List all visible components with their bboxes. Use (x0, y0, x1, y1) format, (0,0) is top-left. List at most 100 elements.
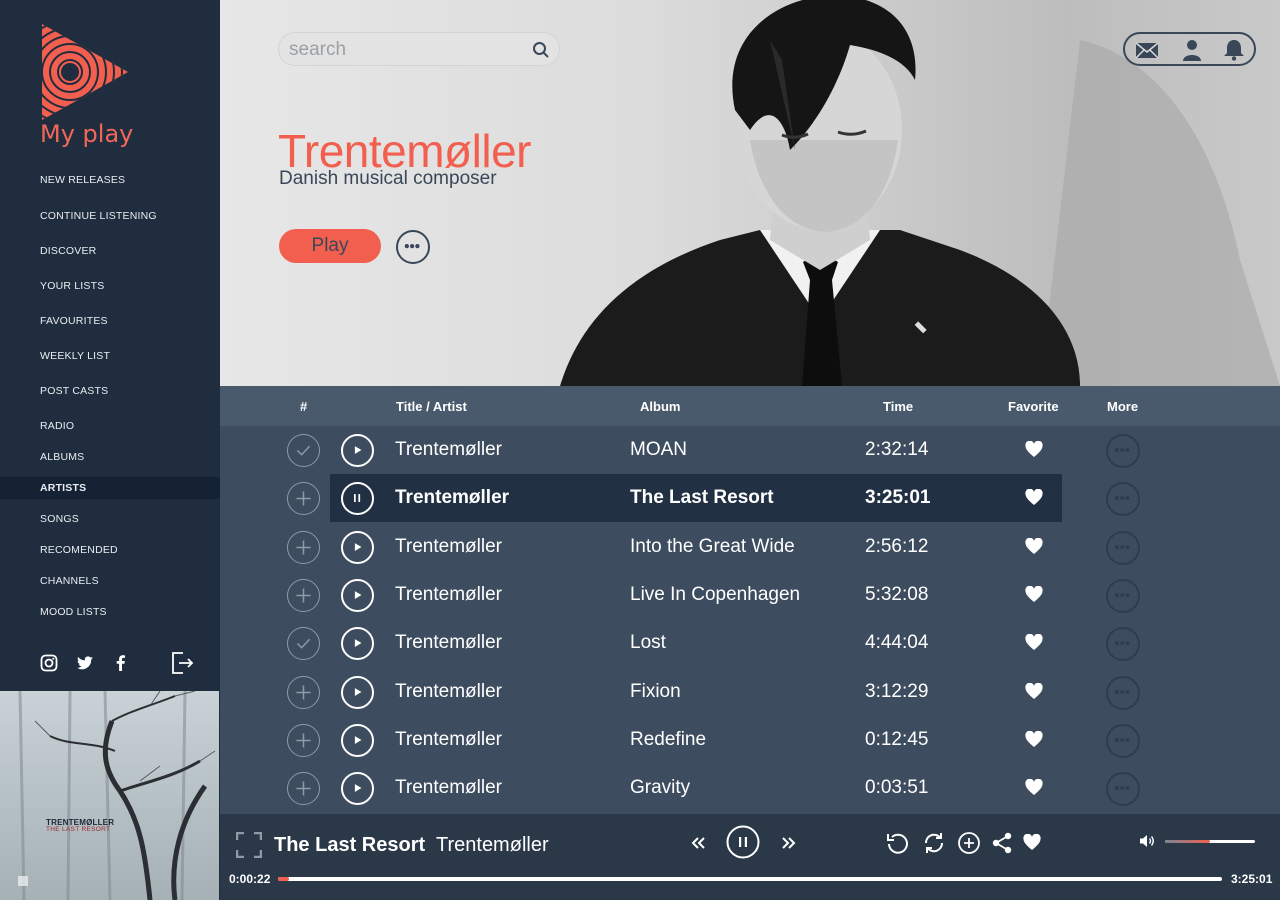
favorite-heart-icon[interactable] (1025, 682, 1043, 700)
play-track-icon[interactable] (341, 772, 374, 806)
sidebar-item-discover[interactable]: DISCOVER (0, 240, 220, 262)
sidebar-item-favourites[interactable]: FAVOURITES (0, 310, 220, 332)
replay-icon[interactable] (886, 831, 910, 855)
track-album[interactable]: Redefine (630, 729, 706, 751)
more-options-icon[interactable] (1106, 482, 1140, 517)
play-track-icon[interactable] (341, 578, 374, 612)
track-album[interactable]: Lost (630, 632, 666, 654)
sidebar-item-weekly-list[interactable]: WEEKLY LIST (0, 345, 220, 367)
sidebar-item-songs[interactable]: SONGS (0, 508, 220, 530)
track-artist[interactable]: Trentemøller (395, 536, 502, 558)
track-album[interactable]: MOAN (630, 439, 687, 461)
add-track-icon[interactable] (287, 578, 320, 612)
added-check-icon[interactable] (287, 627, 320, 661)
favorite-heart-icon[interactable] (1025, 779, 1043, 796)
more-options-icon[interactable] (396, 230, 430, 264)
sidebar-item-continue-listening[interactable]: CONTINUE LISTENING (0, 205, 220, 227)
mail-icon[interactable] (1135, 39, 1159, 61)
search-icon[interactable] (532, 41, 550, 59)
track-artist[interactable]: Trentemøller (395, 487, 509, 509)
sidebar-item-new-releases[interactable]: NEW RELEASES (0, 169, 220, 191)
more-options-icon[interactable] (1106, 675, 1140, 710)
track-row[interactable]: Trentemøller The Last Resort 3:25:01 (220, 474, 1280, 523)
column-favorite[interactable]: Favorite (1008, 399, 1059, 414)
favorite-heart-icon[interactable] (1025, 441, 1043, 458)
favorite-heart-icon[interactable] (1025, 537, 1043, 555)
add-track-icon[interactable] (287, 530, 320, 564)
favorite-heart-icon[interactable] (1025, 634, 1043, 651)
sidebar-item-your-lists[interactable]: YOUR LISTS (0, 275, 220, 297)
play-button[interactable]: Play (279, 229, 381, 263)
track-album[interactable]: Gravity (630, 777, 690, 799)
more-options-icon[interactable] (1106, 627, 1140, 662)
share-icon[interactable] (991, 832, 1013, 854)
track-album[interactable]: Fixion (630, 681, 681, 703)
favorite-heart-icon[interactable] (1025, 585, 1043, 603)
sidebar-item-post-casts[interactable]: POST CASTS (0, 380, 220, 402)
sidebar-item-mood-lists[interactable]: MOOD LISTS (0, 601, 220, 623)
track-row[interactable]: Trentemøller Fixion 3:12:29 (220, 668, 1280, 716)
add-to-list-icon[interactable] (957, 831, 981, 855)
favorite-heart-icon[interactable] (1025, 730, 1043, 748)
add-track-icon[interactable] (287, 772, 320, 806)
sidebar-item-recomended[interactable]: RECOMENDED (0, 539, 220, 561)
repeat-icon[interactable] (922, 831, 946, 855)
instagram-icon[interactable] (40, 654, 58, 672)
column-time[interactable]: Time (883, 399, 913, 414)
twitter-icon[interactable] (76, 654, 94, 672)
volume-slider[interactable] (1165, 840, 1255, 843)
track-artist[interactable]: Trentemøller (395, 729, 502, 751)
track-artist[interactable]: Trentemøller (395, 439, 502, 461)
sidebar-item-artists[interactable]: ARTISTS (0, 477, 220, 499)
facebook-icon[interactable] (112, 654, 130, 672)
bell-icon[interactable] (1222, 39, 1246, 61)
fast-forward-icon[interactable] (781, 836, 797, 850)
play-track-icon[interactable] (341, 530, 374, 564)
add-track-icon[interactable] (287, 675, 320, 709)
add-track-icon[interactable] (287, 723, 320, 757)
track-row[interactable]: Trentemøller MOAN 2:32:14 (220, 426, 1280, 474)
now-playing-artist[interactable]: Trentemøller (436, 834, 549, 857)
track-artist[interactable]: Trentemøller (395, 777, 502, 799)
track-row[interactable]: Trentemøller Gravity 0:03:51 (220, 764, 1280, 812)
add-track-icon[interactable] (287, 482, 320, 516)
search-input[interactable] (289, 39, 519, 61)
sidebar-item-albums[interactable]: ALBUMS (0, 446, 220, 468)
pause-icon[interactable] (726, 825, 760, 859)
fullscreen-icon[interactable] (236, 832, 262, 858)
track-album[interactable]: The Last Resort (630, 487, 774, 509)
more-options-icon[interactable] (1106, 434, 1140, 468)
total-time: 3:25:01 (1231, 872, 1273, 886)
track-row[interactable]: Trentemøller Into the Great Wide 2:56:12 (220, 523, 1280, 571)
track-row[interactable]: Trentemøller Lost 4:44:04 (220, 619, 1280, 667)
track-artist[interactable]: Trentemøller (395, 681, 502, 703)
track-artist[interactable]: Trentemøller (395, 632, 502, 654)
track-artist[interactable]: Trentemøller (395, 584, 502, 606)
play-track-icon[interactable] (341, 434, 374, 467)
sidebar-item-radio[interactable]: RADIO (0, 415, 220, 437)
track-row[interactable]: Trentemøller Live In Copenhagen 5:32:08 (220, 571, 1280, 619)
play-track-icon[interactable] (341, 675, 374, 709)
more-options-icon[interactable] (1106, 772, 1140, 807)
rewind-icon[interactable] (690, 836, 706, 850)
added-check-icon[interactable] (287, 434, 320, 467)
more-options-icon[interactable] (1106, 578, 1140, 613)
album-art[interactable]: TRENTEMØLLER THE LAST RESORT (0, 691, 219, 900)
column-title[interactable]: Title / Artist (396, 399, 467, 414)
sidebar-item-channels[interactable]: CHANNELS (0, 570, 220, 592)
track-album[interactable]: Into the Great Wide (630, 536, 795, 558)
more-options-icon[interactable] (1106, 723, 1140, 758)
column-album[interactable]: Album (640, 399, 680, 414)
user-icon[interactable] (1180, 39, 1204, 61)
track-row[interactable]: Trentemøller Redefine 0:12:45 (220, 716, 1280, 764)
more-options-icon[interactable] (1106, 530, 1140, 565)
play-track-icon[interactable] (341, 627, 374, 661)
track-album[interactable]: Live In Copenhagen (630, 584, 800, 606)
volume-icon[interactable] (1139, 834, 1155, 848)
progress-bar[interactable] (278, 877, 1222, 881)
favorite-heart-icon[interactable] (1025, 489, 1043, 506)
play-track-icon[interactable] (341, 723, 374, 757)
logout-icon[interactable] (170, 651, 194, 675)
app-logo-icon[interactable] (40, 22, 130, 122)
favorite-heart-icon[interactable] (1023, 834, 1041, 851)
